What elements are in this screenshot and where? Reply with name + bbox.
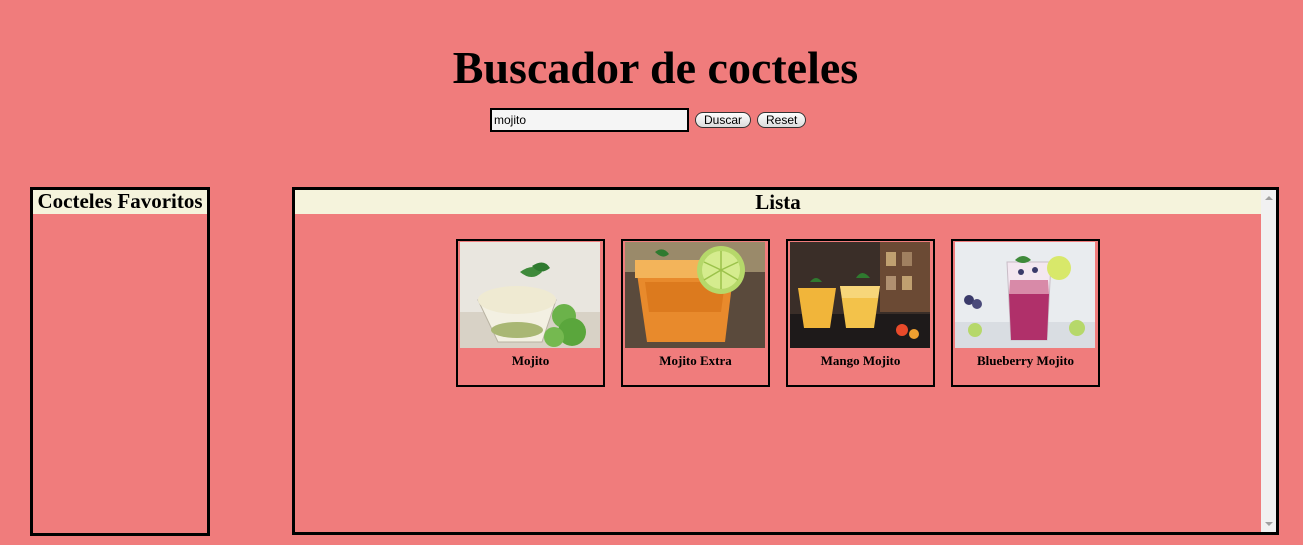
cocktail-name: Mojito Extra [659,353,732,368]
page-title: Buscador de cocteles [452,42,859,93]
search-bar: Duscar Reset [490,108,807,132]
favorites-panel: Cocteles Favoritos [30,187,210,536]
reset-button[interactable]: Reset [757,112,807,128]
cocktail-image-mojito-extra [625,242,765,348]
scroll-up-arrow-icon[interactable] [1265,196,1273,200]
cocktail-image-mojito [460,242,600,348]
cocktail-name: Mango Mojito [820,353,901,368]
results-scrollbar[interactable] [1261,190,1276,532]
results-header: Lista [295,190,1261,214]
favorites-header: Cocteles Favoritos [33,190,207,214]
search-button[interactable]: Duscar [695,112,752,128]
cocktail-image-mango-mojito [790,242,930,348]
page: Buscador de cocteles Duscar Reset Coctel… [0,0,1303,545]
cocktail-name: Blueberry Mojito [976,353,1075,368]
cocktail-card[interactable]: Mojito [456,239,605,387]
cocktail-image-blueberry-mojito [955,242,1095,348]
search-input[interactable] [490,108,689,132]
results-panel: Lista Mojito Mojito Extra Mango Mojito B… [292,187,1279,535]
cocktail-card[interactable]: Mojito Extra [621,239,770,387]
cocktail-card[interactable]: Blueberry Mojito [951,239,1100,387]
results-list: Mojito Mojito Extra Mango Mojito Blueber… [456,239,1116,387]
cocktail-name: Mojito [511,353,550,368]
scroll-down-arrow-icon[interactable] [1265,522,1273,526]
cocktail-card[interactable]: Mango Mojito [786,239,935,387]
